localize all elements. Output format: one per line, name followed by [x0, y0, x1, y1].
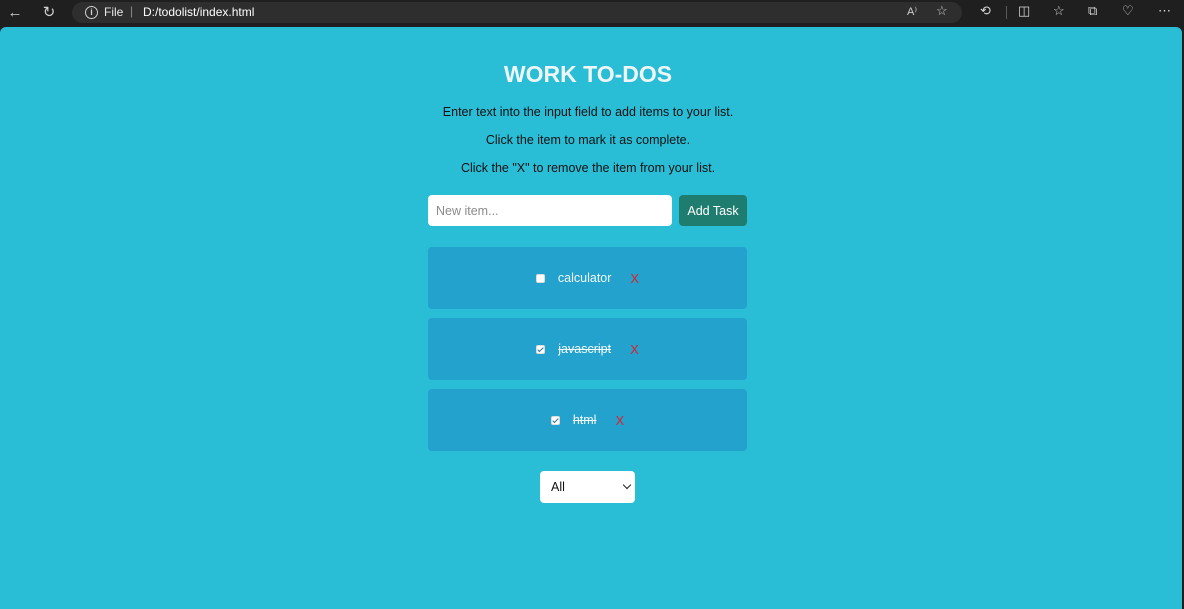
filter-select[interactable]: All	[540, 471, 635, 503]
new-item-input[interactable]	[428, 195, 672, 226]
favorite-star-icon[interactable]: ☆	[936, 3, 948, 19]
chevron-down-icon	[622, 480, 632, 490]
task-checkbox[interactable]	[550, 415, 560, 425]
url-path[interactable]: D:/todolist/index.html	[143, 5, 254, 19]
back-icon[interactable]: ←	[4, 2, 26, 22]
delete-task-button[interactable]: X	[615, 413, 624, 428]
task-label[interactable]: html	[573, 413, 597, 427]
extensions-icon[interactable]: ⟲	[980, 3, 991, 19]
url-scheme: File	[104, 5, 124, 19]
task-label[interactable]: javascript	[558, 342, 611, 356]
task-item[interactable]: html X	[428, 389, 747, 451]
collections-icon[interactable]: ⧉	[1088, 3, 1097, 19]
info-icon[interactable]: i	[85, 6, 98, 19]
read-aloud-icon[interactable]: A⁾	[907, 5, 917, 18]
browser-essentials-icon[interactable]: ♡	[1122, 3, 1134, 19]
add-task-button[interactable]: Add Task	[679, 195, 747, 226]
delete-task-button[interactable]: X	[630, 271, 639, 286]
instruction-remove: Click the "X" to remove the item from yo…	[460, 161, 716, 175]
task-label[interactable]: calculator	[558, 271, 612, 285]
page-viewport: WORK TO-DOS Enter text into the input fi…	[0, 27, 1182, 609]
url-separator: |	[130, 4, 134, 18]
page-title: WORK TO-DOS	[503, 61, 673, 87]
task-item[interactable]: javascript X	[428, 318, 747, 380]
more-icon[interactable]: ⋯	[1158, 3, 1171, 19]
instruction-add: Enter text into the input field to add i…	[442, 105, 734, 119]
split-screen-icon[interactable]: ◫	[1018, 3, 1030, 19]
browser-toolbar: ← ↻ i File | D:/todolist/index.html A⁾ ☆…	[0, 0, 1184, 25]
task-checkbox[interactable]	[536, 344, 546, 354]
filter-selected-value: All	[551, 480, 565, 494]
delete-task-button[interactable]: X	[630, 342, 639, 357]
favorites-icon[interactable]: ☆	[1053, 3, 1065, 19]
task-checkbox[interactable]	[535, 273, 545, 283]
refresh-icon[interactable]: ↻	[38, 2, 60, 22]
instruction-complete: Click the item to mark it as complete.	[485, 133, 691, 147]
address-bar[interactable]: i File | D:/todolist/index.html A⁾ ☆	[72, 2, 962, 23]
task-item[interactable]: calculator X	[428, 247, 747, 309]
toolbar-divider	[1006, 6, 1007, 19]
